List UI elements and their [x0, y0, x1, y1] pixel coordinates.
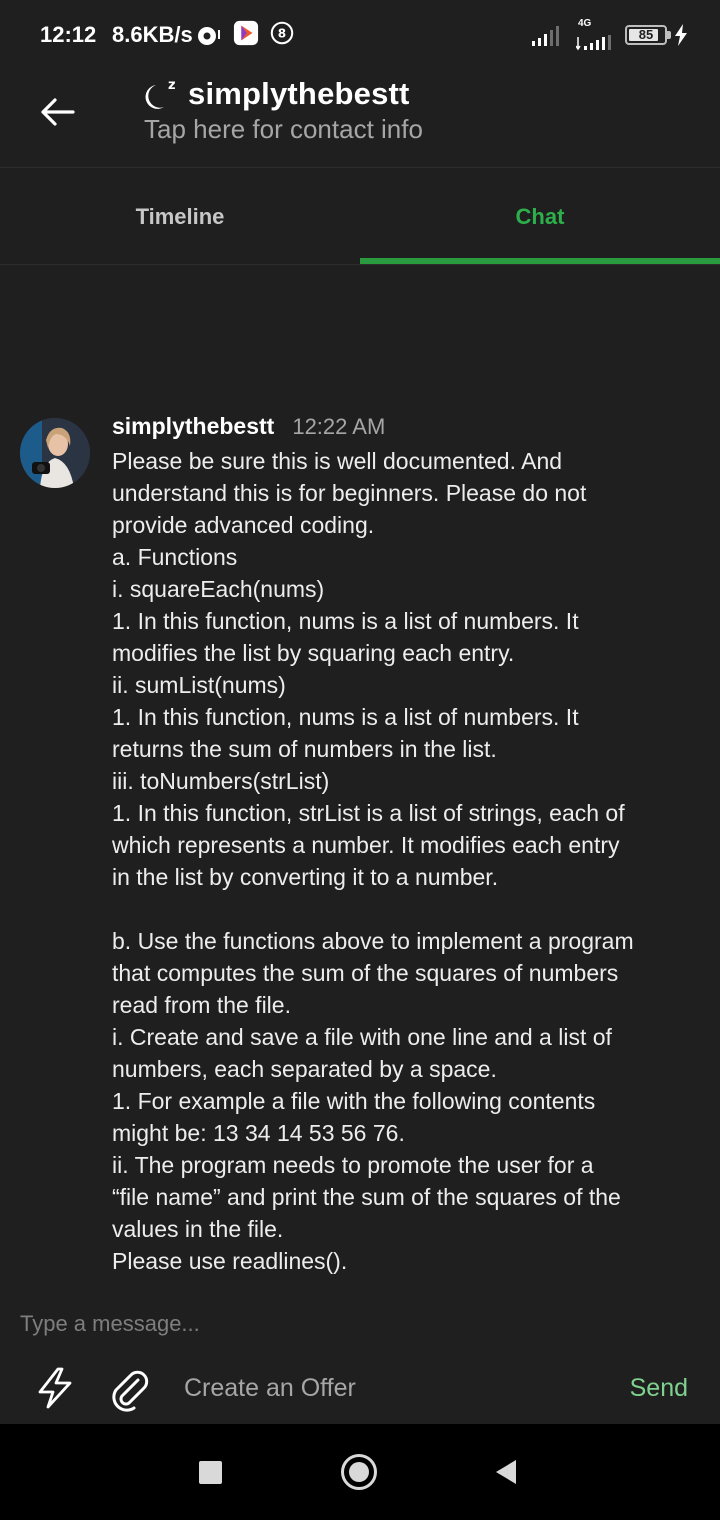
message-line: Please use readlines().	[112, 1248, 348, 1274]
active-tab-indicator	[360, 258, 720, 264]
signal-strength-icon	[532, 26, 559, 46]
message-input[interactable]	[20, 1306, 700, 1342]
paperclip-icon[interactable]	[106, 1366, 152, 1412]
avatar[interactable]	[20, 418, 90, 488]
message-line: iii. toNumbers(strList)	[112, 768, 330, 794]
message-line: which represents a number. It modifies e…	[112, 832, 620, 858]
contact-info-link[interactable]: Tap here for contact info	[144, 114, 423, 145]
message-line: b. Use the functions above to implement …	[112, 928, 634, 954]
contact-name: simplythebestt	[188, 76, 410, 111]
status-bar: 12:12 8.6KB/s 8 4G 85	[0, 0, 720, 70]
composer-toolbar: Create an Offer Send	[0, 1354, 720, 1424]
message-body: Please be sure this is well documented. …	[112, 445, 702, 1277]
home-icon[interactable]	[341, 1454, 377, 1490]
signal-strength-4g-icon	[576, 35, 611, 51]
battery-tip	[667, 31, 671, 39]
battery-icon: 85	[625, 25, 667, 45]
camera-lens-icon	[198, 27, 220, 45]
app-notification-icon	[233, 20, 259, 46]
message-line: 1. In this function, strList is a list o…	[112, 800, 625, 826]
message-line: Please be sure this is well documented. …	[112, 448, 563, 474]
message-line: 1. For example a file with the following…	[112, 1088, 596, 1114]
message-line: numbers, each separated by a space.	[112, 1056, 497, 1082]
svg-text:z: z	[168, 78, 176, 93]
recents-icon[interactable]	[199, 1461, 222, 1484]
message-line: values in the file.	[112, 1216, 284, 1242]
message-timestamp: 12:22 AM	[292, 414, 386, 439]
nav-back-icon[interactable]	[494, 1459, 518, 1485]
message-line: understand this is for beginners. Please…	[112, 480, 587, 506]
message-line: that computes the sum of the squares of …	[112, 960, 619, 986]
message-line	[112, 893, 702, 925]
message-line: provide advanced coding.	[112, 512, 375, 538]
contact-title-row[interactable]: z simplythebestt	[144, 76, 410, 112]
send-button[interactable]: Send	[630, 1374, 688, 1403]
message-line: returns the sum of numbers in the list.	[112, 736, 497, 762]
tab-bar: Timeline Chat	[0, 168, 720, 265]
message-line: i. Create and save a file with one line …	[112, 1024, 612, 1050]
message-line: 1. In this function, nums is a list of n…	[112, 704, 579, 730]
tab-timeline[interactable]: Timeline	[0, 168, 360, 265]
back-button[interactable]	[36, 90, 80, 134]
message-line: might be: 13 34 14 53 56 76.	[112, 1120, 405, 1146]
notification-badge-icon: 8	[270, 21, 294, 45]
network-type-label: 4G	[578, 18, 592, 29]
status-time: 12:12	[40, 22, 97, 47]
message-sender: simplythebestt	[112, 413, 275, 439]
charging-icon	[675, 24, 687, 46]
message-line: “file name” and print the sum of the squ…	[112, 1184, 621, 1210]
battery-level: 85	[638, 27, 654, 42]
tab-chat[interactable]: Chat	[360, 168, 720, 265]
message-line: a. Functions	[112, 544, 238, 570]
message-line: 1. In this function, nums is a list of n…	[112, 608, 579, 634]
message-line: ii. sumList(nums)	[112, 672, 286, 698]
chat-header: z simplythebestt Tap here for contact in…	[0, 70, 720, 168]
message-line: modifies the list by squaring each entry…	[112, 640, 515, 666]
status-net-speed: 8.6KB/s	[112, 22, 193, 47]
moon-z-icon: z	[145, 78, 176, 109]
message-line: read from the file.	[112, 992, 291, 1018]
bolt-icon[interactable]	[34, 1366, 76, 1410]
svg-text:8: 8	[278, 27, 286, 41]
arrow-left-icon	[41, 98, 75, 126]
create-offer-button[interactable]: Create an Offer	[184, 1374, 356, 1403]
message-meta: simplythebestt 12:22 AM	[112, 413, 385, 440]
message-line: i. squareEach(nums)	[112, 576, 325, 602]
message-line: in the list by converting it to a number…	[112, 864, 499, 890]
system-nav-bar	[0, 1424, 720, 1520]
avatar-photo	[20, 418, 90, 488]
message-line: ii. The program needs to promote the use…	[112, 1152, 594, 1178]
